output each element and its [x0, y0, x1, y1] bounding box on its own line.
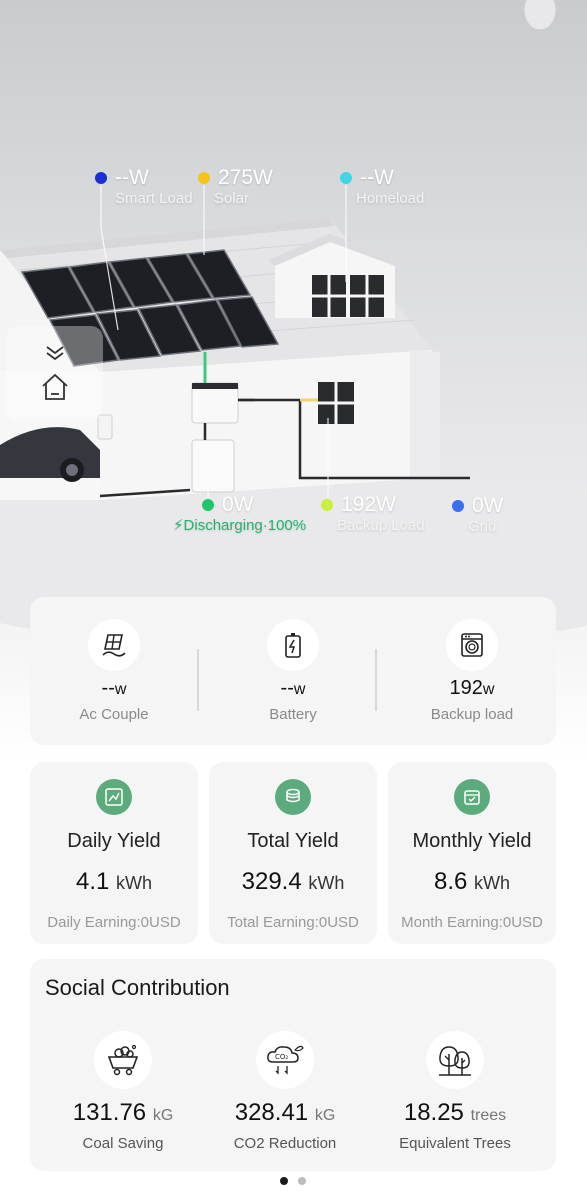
- co2-icon-text: CO₂: [275, 1053, 288, 1061]
- co2-reduction-item: CO₂ 328.41 kG CO2 Reduction: [200, 1031, 370, 1152]
- smart-load-value: --W: [115, 166, 149, 189]
- coins-icon: [275, 779, 311, 815]
- backup-load-dot: [321, 499, 333, 511]
- page-indicator: [280, 1177, 306, 1185]
- grid-dot: [452, 500, 464, 512]
- co2-reduction-unit: kG: [314, 1107, 336, 1124]
- grid-value: 0W: [472, 494, 504, 517]
- battery-status-text: Discharging·100%: [183, 517, 307, 534]
- homeload-label: Homeload: [356, 190, 425, 207]
- divider: [375, 649, 377, 711]
- total-yield-card[interactable]: Total Yield 329.4 kWh Total Earning:0USD: [209, 762, 377, 944]
- total-yield-title: Total Yield: [247, 830, 339, 852]
- ac-couple-unit: w: [114, 681, 127, 698]
- washing-machine-icon: [446, 619, 498, 671]
- monthly-yield-card[interactable]: Monthly Yield 8.6 kWh Month Earning:0USD: [388, 762, 556, 944]
- backup-load-callout[interactable]: 192W Backup Load: [321, 493, 425, 535]
- coal-saving-value: 131.76: [72, 1099, 147, 1126]
- smart-load-dot: [95, 172, 107, 184]
- total-yield-unit: kWh: [308, 873, 345, 893]
- equivalent-trees-item: 18.25 trees Equivalent Trees: [370, 1031, 540, 1152]
- total-earning: Total Earning:0USD: [227, 914, 359, 931]
- grid-label: Grid: [468, 518, 497, 535]
- daily-yield-title: Daily Yield: [67, 830, 161, 852]
- battery-callout[interactable]: 0W ⚡Discharging·100%: [173, 493, 306, 535]
- battery-item[interactable]: --w Battery: [218, 619, 368, 723]
- equivalent-trees-label: Equivalent Trees: [399, 1135, 511, 1152]
- chevron-double-down-icon[interactable]: [44, 344, 66, 362]
- home-icon[interactable]: [40, 372, 70, 402]
- ac-couple-value: --: [101, 677, 115, 699]
- chart-icon: [96, 779, 132, 815]
- co2-cloud-icon: CO₂: [256, 1031, 314, 1089]
- battery-flow-value: 0W: [222, 493, 254, 516]
- calendar-check-icon: [454, 779, 490, 815]
- coal-saving-label: Coal Saving: [82, 1135, 164, 1152]
- homeload-callout[interactable]: --W Homeload: [340, 166, 424, 208]
- coal-cart-icon: [94, 1031, 152, 1089]
- backup-load-unit: w: [482, 681, 495, 698]
- battery-value: --: [280, 677, 294, 699]
- divider: [197, 649, 199, 711]
- smart-load-callout[interactable]: --W Smart Load: [95, 166, 193, 208]
- monthly-yield-value: 8.6: [433, 868, 468, 895]
- trees-icon: [426, 1031, 484, 1089]
- daily-yield-unit: kWh: [116, 873, 153, 893]
- solar-callout[interactable]: 275W Solar: [198, 166, 273, 208]
- page-dot-active[interactable]: [280, 1177, 288, 1185]
- coal-saving-unit: kG: [152, 1107, 174, 1124]
- coal-saving-item: 131.76 kG Coal Saving: [38, 1031, 208, 1152]
- homeload-value: --W: [360, 166, 394, 189]
- battery-icon: [267, 619, 319, 671]
- backup-load-summary-label: Backup load: [430, 706, 514, 723]
- social-contribution-card: Social Contribution 131.76 kG Coal Savin…: [30, 959, 556, 1171]
- scene-toggle-panel: [6, 326, 103, 420]
- backup-load-item[interactable]: 192w Backup load: [397, 619, 547, 723]
- battery-label: Battery: [269, 706, 317, 723]
- equivalent-trees-value: 18.25: [403, 1099, 464, 1126]
- ac-couple-label: Ac Couple: [79, 706, 149, 723]
- solar-dot: [198, 172, 210, 184]
- ac-couple-item[interactable]: --w Ac Couple: [39, 619, 189, 723]
- total-yield-value: 329.4: [241, 868, 302, 895]
- solar-panel-icon: [88, 619, 140, 671]
- power-summary-card: --w Ac Couple --w Battery 192w Backup lo…: [30, 597, 556, 745]
- co2-reduction-label: CO2 Reduction: [233, 1135, 337, 1152]
- monthly-yield-title: Monthly Yield: [412, 830, 532, 852]
- battery-status: ⚡Discharging·100%: [173, 517, 307, 534]
- page-dot[interactable]: [298, 1177, 306, 1185]
- monthly-yield-unit: kWh: [474, 873, 511, 893]
- backup-load-summary-value: 192: [449, 677, 483, 699]
- solar-label: Solar: [214, 190, 250, 207]
- grid-callout[interactable]: 0W Grid: [452, 494, 504, 536]
- backup-load-value: 192W: [341, 493, 396, 516]
- battery-unit: w: [293, 681, 306, 698]
- co2-reduction-value: 328.41: [234, 1099, 309, 1126]
- solar-value: 275W: [218, 166, 273, 189]
- daily-yield-card[interactable]: Daily Yield 4.1 kWh Daily Earning:0USD: [30, 762, 198, 944]
- battery-dot: [202, 499, 214, 511]
- social-contribution-title: Social Contribution: [45, 975, 230, 1000]
- daily-earning: Daily Earning:0USD: [47, 914, 181, 931]
- smart-load-label: Smart Load: [115, 190, 193, 207]
- daily-yield-value: 4.1: [75, 868, 110, 895]
- equivalent-trees-unit: trees: [470, 1107, 507, 1124]
- backup-load-label: Backup Load: [337, 517, 425, 534]
- homeload-dot: [340, 172, 352, 184]
- month-earning: Month Earning:0USD: [401, 914, 543, 931]
